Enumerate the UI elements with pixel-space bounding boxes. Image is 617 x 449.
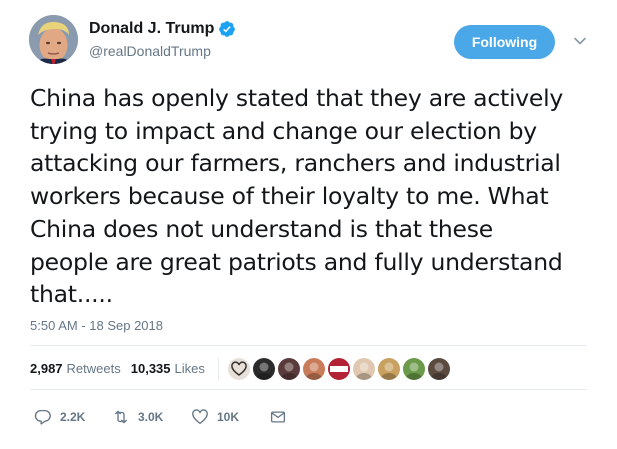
likes-count: 10,335 (130, 361, 171, 376)
liker-avatars (227, 358, 450, 380)
author-avatar[interactable] (29, 15, 78, 64)
following-button[interactable]: Following (454, 25, 555, 59)
liker-avatar-animal-icon[interactable] (377, 358, 400, 380)
likes-label: Likes (174, 361, 205, 376)
stats-separator (217, 358, 219, 380)
likes-stat[interactable]: 10,335 Likes (131, 360, 205, 378)
chevron-down-icon[interactable] (572, 33, 588, 49)
tweet-actions: 2.2K 3.0K 10K (34, 408, 287, 426)
liker-avatar-dark-icon[interactable] (252, 358, 275, 380)
retweets-stat[interactable]: 2,987 Retweets (30, 360, 121, 378)
tweet-text: China has openly stated that they are ac… (30, 84, 564, 309)
tweet-card: Donald J. Trump @realDonaldTrump Followi… (0, 0, 617, 449)
divider-top (30, 345, 587, 346)
liker-avatar-woman-icon[interactable] (302, 358, 325, 380)
liker-avatar-emblem-icon[interactable] (277, 358, 300, 380)
envelope-icon (270, 411, 286, 423)
retweet-icon (115, 410, 127, 424)
author-display-name[interactable]: Donald J. Trump (89, 19, 214, 39)
divider-bottom (30, 389, 587, 390)
retweet-button[interactable]: 3.0K (112, 408, 191, 426)
tweet-stats: 2,987 Retweets 10,335 Likes (30, 358, 450, 380)
reply-count: 2.2K (60, 410, 86, 424)
profile-photo-icon (29, 15, 78, 64)
retweets-count: 2,987 (30, 361, 63, 376)
retweet-count: 3.0K (138, 410, 164, 424)
direct-message-button[interactable] (269, 408, 287, 426)
tweet-timestamp[interactable]: 5:50 AM - 18 Sep 2018 (30, 317, 163, 335)
reply-icon (34, 409, 51, 425)
liker-avatar-flowers-icon[interactable] (352, 358, 375, 380)
liker-avatar-person-icon[interactable] (427, 358, 450, 380)
author-handle[interactable]: @realDonaldTrump (89, 42, 236, 60)
retweets-label: Retweets (66, 361, 121, 376)
liker-avatar-outdoor-icon[interactable] (402, 358, 425, 380)
author-info: Donald J. Trump @realDonaldTrump (89, 19, 236, 60)
reply-button[interactable]: 2.2K (34, 408, 112, 426)
verified-badge-icon (219, 21, 236, 37)
heart-icon (192, 409, 208, 425)
name-row: Donald J. Trump (89, 19, 236, 39)
like-count: 10K (217, 410, 240, 424)
liker-avatar-heart-icon[interactable] (227, 358, 250, 380)
liker-avatar-red-banner-icon[interactable] (327, 358, 350, 380)
like-button[interactable]: 10K (191, 408, 269, 426)
